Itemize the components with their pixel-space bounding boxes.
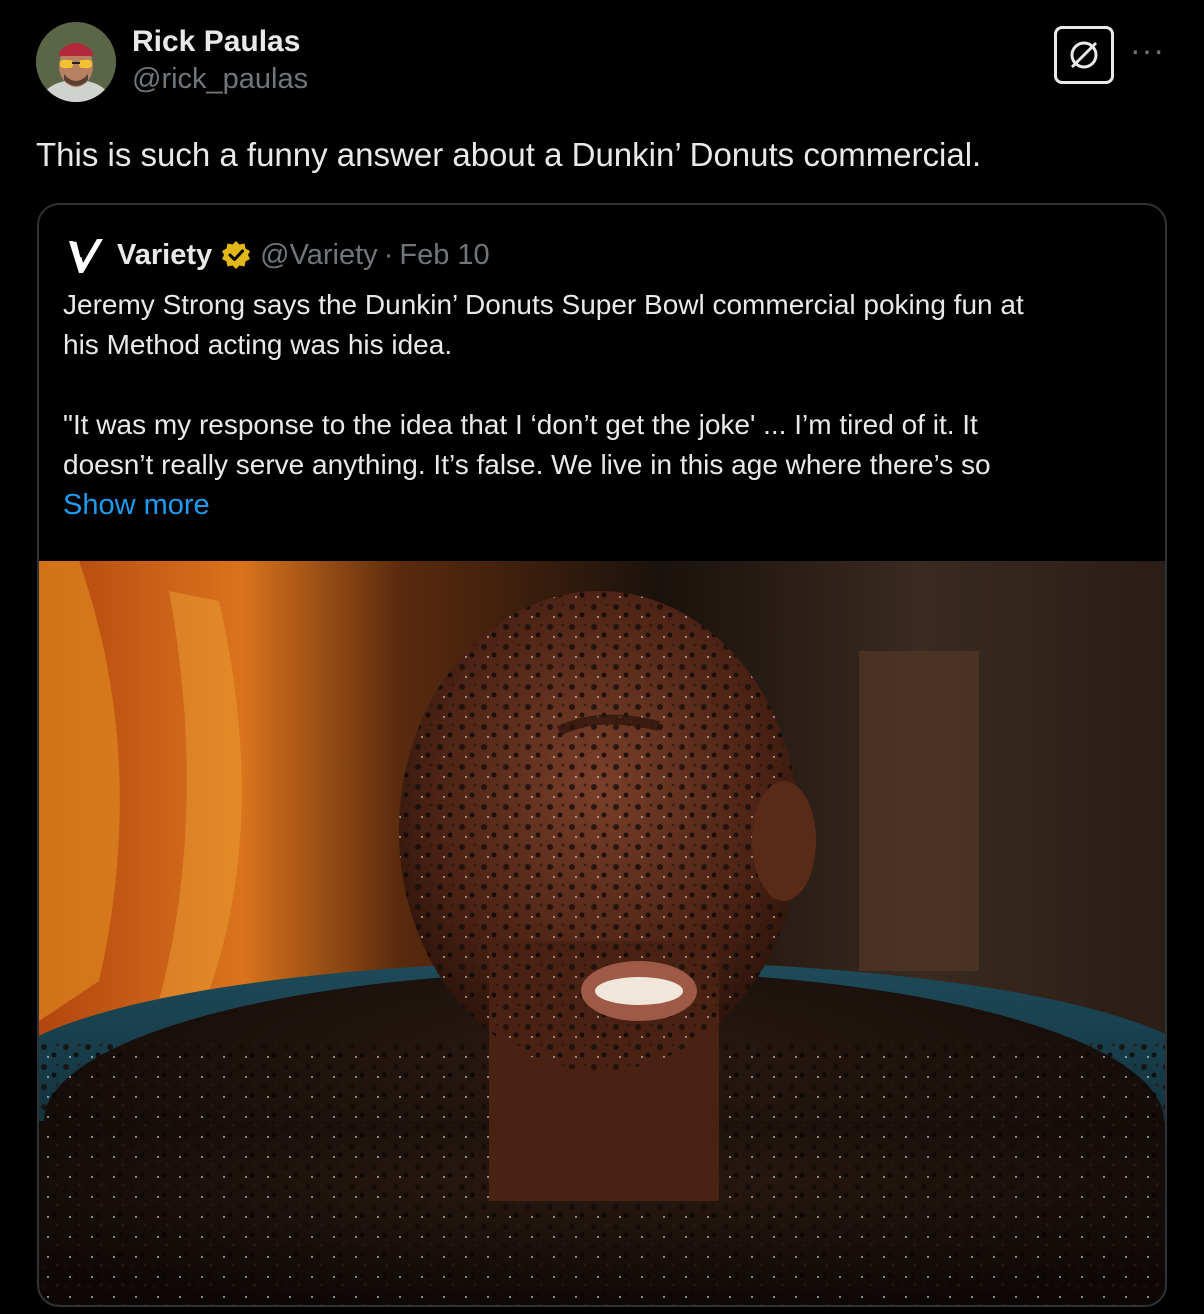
author-handle[interactable]: @rick_paulas — [132, 60, 308, 98]
avatar[interactable] — [36, 22, 116, 102]
quoted-author-handle[interactable]: @Variety — [260, 239, 378, 272]
quoted-tweet-body: Jeremy Strong says the Dunkin’ Donuts Su… — [63, 285, 1143, 525]
variety-v-logo-icon — [69, 239, 103, 273]
grok-button[interactable] — [1054, 26, 1114, 84]
quoted-paragraph-1: Jeremy Strong says the Dunkin’ Donuts Su… — [63, 289, 1024, 360]
author-names: Rick Paulas @rick_paulas — [132, 24, 308, 98]
quoted-author-name[interactable]: Variety — [117, 239, 212, 272]
quoted-paragraph-2: "It was my response to the idea that I ‘… — [63, 409, 991, 480]
tweet-header: Rick Paulas @rick_paulas ··· — [36, 22, 1176, 102]
avatar-photo-icon — [36, 22, 116, 102]
more-options-button[interactable]: ··· — [1130, 34, 1165, 66]
quoted-tweet[interactable]: Variety @Variety · Feb 10 Jeremy Strong … — [37, 203, 1167, 1307]
author-display-name[interactable]: Rick Paulas — [132, 24, 308, 60]
show-more-link[interactable]: Show more — [63, 485, 1143, 525]
gold-verified-badge-icon — [222, 241, 251, 269]
tweet-text: This is such a funny answer about a Dunk… — [36, 136, 982, 173]
commercial-still-image — [39, 561, 1165, 1305]
grok-slash-circle-icon — [1070, 41, 1098, 69]
quoted-media-image[interactable] — [39, 561, 1165, 1305]
quoted-tweet-header: Variety @Variety · Feb 10 — [63, 235, 490, 275]
tweet: Rick Paulas @rick_paulas ··· This is suc… — [0, 0, 1204, 1314]
separator-dot: · — [383, 238, 394, 271]
quoted-tweet-date[interactable]: Feb 10 — [399, 239, 489, 272]
